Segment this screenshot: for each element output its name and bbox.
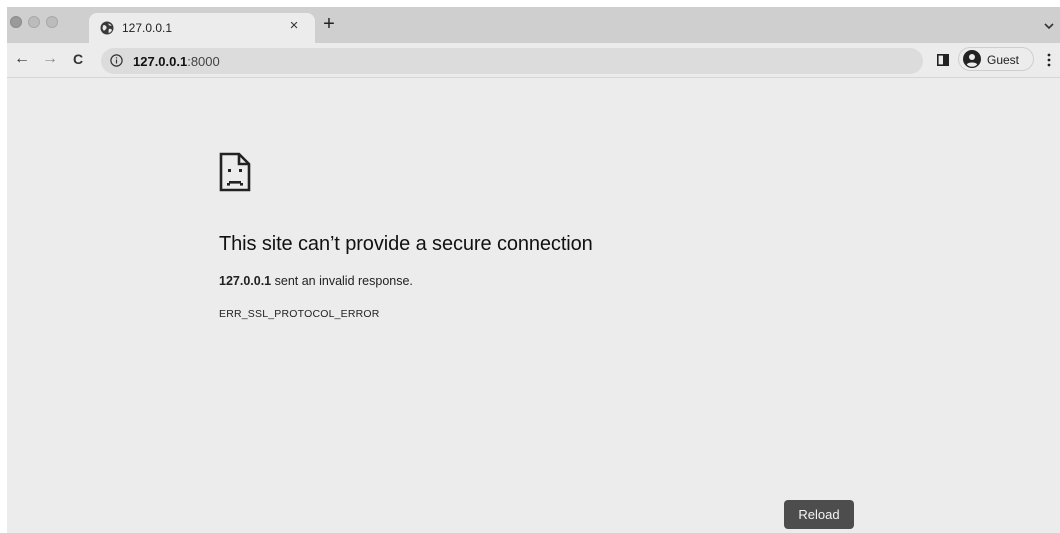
side-panel-icon[interactable] <box>937 54 949 66</box>
new-tab-button[interactable]: + <box>320 14 338 34</box>
minimize-window-button[interactable] <box>28 16 40 28</box>
tab-active[interactable]: 127.0.0.1 × <box>89 13 315 43</box>
window-controls <box>7 16 58 28</box>
tab-title: 127.0.0.1 <box>122 21 173 35</box>
url-port: :8000 <box>187 54 220 69</box>
error-host: 127.0.0.1 <box>219 274 272 288</box>
error-headline: This site can’t provide a secure connect… <box>219 233 593 255</box>
info-icon[interactable] <box>110 54 123 67</box>
error-description-text: sent an invalid response. <box>271 274 413 288</box>
error-description: 127.0.0.1 sent an invalid response. <box>219 274 413 288</box>
back-button[interactable]: ← <box>12 49 32 69</box>
tab-close-button[interactable]: × <box>286 18 302 34</box>
toolbar: ← → C 127.0.0.1:8000 Guest <box>7 43 1060 78</box>
url-host: 127.0.0.1 <box>133 54 188 69</box>
close-window-button[interactable] <box>10 16 22 28</box>
globe-icon <box>100 21 114 35</box>
tab-strip: 127.0.0.1 × + <box>7 7 1060 43</box>
reload-toolbar-button[interactable]: C <box>68 49 88 69</box>
error-page: This site can’t provide a secure connect… <box>7 78 1060 533</box>
profile-button[interactable]: Guest <box>958 47 1034 71</box>
browser-window: 127.0.0.1 × + ← → C 127.0.0.1:8000 Guest… <box>7 7 1060 533</box>
address-url[interactable]: 127.0.0.1:8000 <box>133 54 220 69</box>
profile-label: Guest <box>987 53 1020 67</box>
error-code: ERR_SSL_PROTOCOL_ERROR <box>219 308 380 320</box>
maximize-window-button[interactable] <box>46 16 58 28</box>
sad-document-icon <box>219 152 251 192</box>
kebab-menu-icon[interactable] <box>1044 51 1054 69</box>
forward-button[interactable]: → <box>40 49 60 69</box>
address-bar[interactable]: 127.0.0.1:8000 <box>101 48 923 74</box>
chevron-down-icon[interactable] <box>1042 20 1056 32</box>
reload-button[interactable]: Reload <box>784 500 854 529</box>
person-circle-icon <box>963 50 981 68</box>
